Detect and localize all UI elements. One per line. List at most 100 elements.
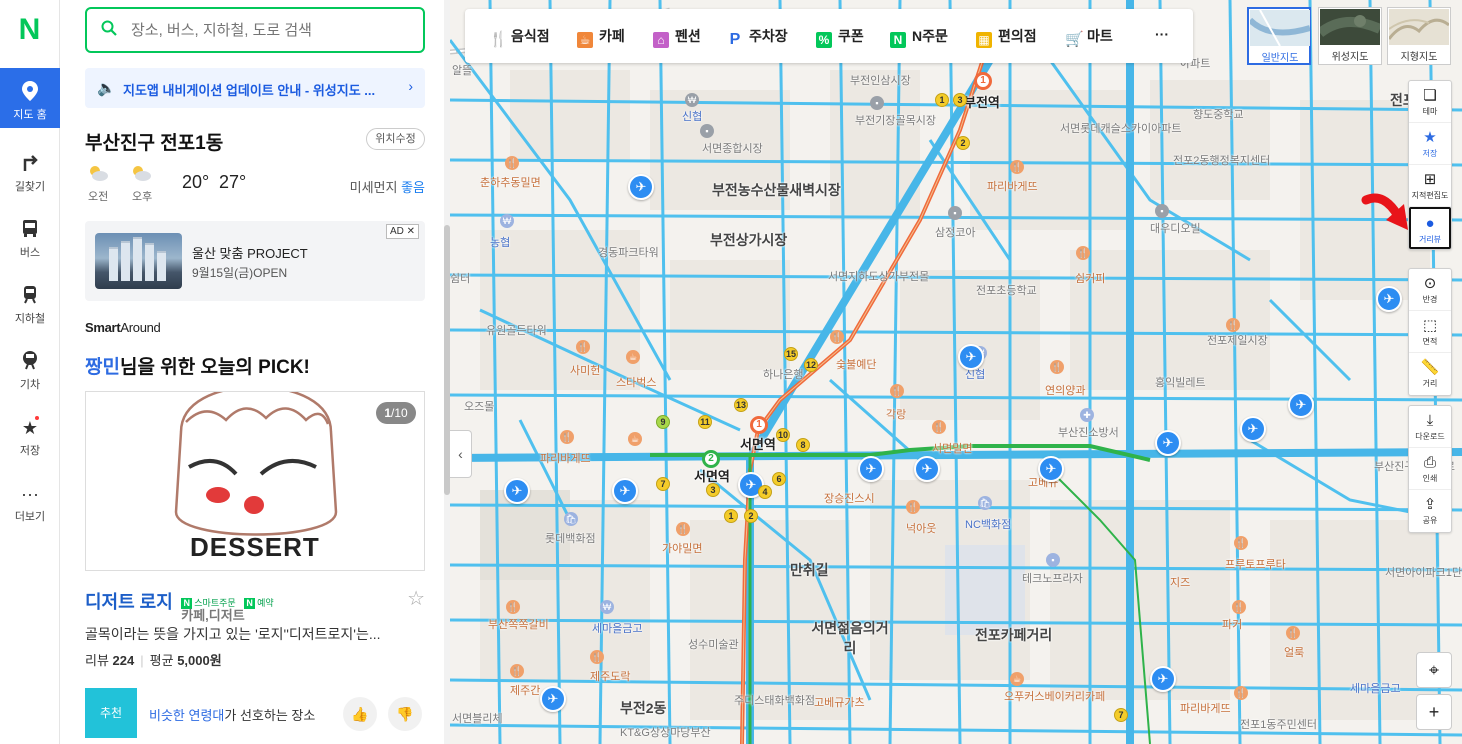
bus-stop-marker[interactable]: 11 — [698, 415, 712, 429]
transit-pin-icon[interactable]: ✈ — [1376, 286, 1402, 312]
nav-label: 길찾기 — [14, 181, 46, 193]
nav-subway[interactable]: 지하철 — [0, 272, 60, 332]
category-pension[interactable]: ⌂ 펜션 — [653, 26, 701, 48]
nav-map-home[interactable]: 지도 홈 — [0, 68, 60, 128]
tool-theme[interactable]: ❏ 테마 — [1409, 81, 1451, 123]
thumbs-down-icon[interactable]: 👎 — [388, 697, 422, 731]
bus-stop-marker[interactable]: 13 — [734, 398, 748, 412]
thumbs-up-icon[interactable]: 👍 — [343, 697, 377, 731]
tool-distance[interactable]: 📏 거리 — [1409, 353, 1451, 395]
notice-text: 지도앱 내비게이션 업데이트 안내 - 위성지도 ... — [123, 83, 376, 98]
transit-pin-icon[interactable]: ✈ — [1288, 392, 1314, 418]
transit-pin-icon[interactable]: ✈ — [540, 686, 566, 712]
nav-label: 지도 홈 — [13, 109, 47, 121]
location-fix-button[interactable]: 위치수정 — [366, 128, 425, 150]
zoom-in-button[interactable]: + — [1416, 694, 1452, 730]
transit-pin-icon[interactable]: ✈ — [858, 456, 884, 482]
subway-line1-marker[interactable]: 1 — [750, 416, 768, 434]
transit-pin-icon[interactable]: ✈ — [628, 174, 654, 200]
map-type-terrain[interactable]: 지형지도 — [1387, 7, 1451, 65]
map-label: 테크노프라자 — [1022, 573, 1083, 585]
search-input[interactable] — [131, 19, 411, 41]
category-coupon[interactable]: % 쿠폰 — [816, 26, 864, 48]
bus-stop-marker[interactable]: 15 — [784, 347, 798, 361]
tool-download[interactable]: ⤓ 다운로드 — [1409, 406, 1451, 448]
bus-stop-marker[interactable]: 2 — [956, 136, 970, 150]
category-cafe[interactable]: ☕ 카페 — [577, 26, 625, 48]
bus-stop-marker[interactable]: 1 — [724, 509, 738, 523]
bus-stop-marker[interactable]: 10 — [776, 428, 790, 442]
place-name[interactable]: 디저트 로지 — [85, 592, 173, 612]
weather-pm-temp: 27° — [219, 172, 247, 192]
map-canvas[interactable]: 알뜰 부전인삼시장 아파트 향도중학교 신협 부전기장골목시장 서면롯데캐슬스카… — [450, 0, 1462, 744]
directions-icon — [0, 152, 60, 176]
save-star-icon[interactable]: ☆ — [407, 586, 425, 611]
map-label: 서면젊음의거리 — [811, 620, 889, 656]
ad-banner[interactable]: 울산 맞춤 PROJECT 9월15일(금)OPEN AD ✕ — [85, 221, 425, 301]
nav-label: 기차 — [19, 379, 41, 391]
bus-stop-marker[interactable]: 1 — [935, 93, 949, 107]
transit-pin-icon[interactable]: ✈ — [1155, 430, 1181, 456]
transit-pin-icon[interactable]: ✈ — [958, 344, 984, 370]
my-location-button[interactable]: ⌖ — [1416, 652, 1452, 688]
tool-saved[interactable]: ★ 저장 — [1409, 123, 1451, 165]
map-type-satellite[interactable]: 위성지도 — [1318, 7, 1382, 65]
bus-stop-marker[interactable]: 4 — [758, 485, 772, 499]
poi-restaurant-icon: 🍴 — [1076, 246, 1090, 260]
tool-street-view[interactable]: ● 거리뷰 — [1409, 207, 1451, 249]
category-parking[interactable]: P 주차장 — [727, 26, 788, 48]
bus-stop-marker[interactable]: 12 — [804, 358, 818, 372]
nav-bus[interactable]: 버스 — [0, 206, 60, 266]
transit-pin-icon[interactable]: ✈ — [1240, 416, 1266, 442]
subway-icon — [0, 284, 60, 308]
map-label: 부전인삼시장 — [850, 75, 911, 87]
tool-radius[interactable]: ⊙ 반경 — [1409, 269, 1451, 311]
bus-stop-marker[interactable]: 9 — [656, 415, 670, 429]
tool-print[interactable]: ⎙ 인쇄 — [1409, 448, 1451, 490]
subway-line1-marker[interactable]: 1 — [974, 72, 992, 90]
poi-restaurant-icon: 🍴 — [1234, 536, 1248, 550]
map-label: 서면밀면 — [932, 443, 973, 455]
bus-stop-marker[interactable]: 8 — [796, 438, 810, 452]
transit-pin-icon[interactable]: ✈ — [612, 478, 638, 504]
nav-more[interactable]: ··· 더보기 — [0, 470, 60, 530]
map-type-normal[interactable]: 일반지도 — [1247, 7, 1311, 65]
bus-stop-marker[interactable]: 2 — [744, 509, 758, 523]
bus-stop-marker[interactable]: 3 — [953, 93, 967, 107]
tool-area[interactable]: ⬚ 면적 — [1409, 311, 1451, 353]
category-mart[interactable]: 🛒 마트 — [1065, 26, 1113, 48]
nav-directions[interactable]: 길찾기 — [0, 140, 60, 200]
map-tools-measure: ⊙ 반경 ⬚ 면적 📏 거리 — [1408, 268, 1452, 396]
category-restaurant[interactable]: 🍴 음식점 — [489, 26, 550, 48]
ad-close-badge[interactable]: AD ✕ — [385, 224, 419, 239]
category-convenience[interactable]: ▦ 편의점 — [976, 26, 1037, 48]
map-label: 스타벅스 — [616, 377, 657, 389]
search-box[interactable] — [85, 7, 425, 53]
map-label: 장승진스시 — [824, 493, 875, 505]
place-stats: 리뷰 224 | 평균 5,000원 — [85, 653, 222, 668]
category-norder[interactable]: N N주문 — [890, 26, 948, 48]
station-name: 부전역 — [964, 95, 1000, 110]
tool-cadastral[interactable]: ⊞ 지적편집도 — [1409, 165, 1451, 207]
map-label: 전포카페거리 — [975, 627, 1053, 643]
poi-restaurant-icon: 🍴 — [1226, 318, 1240, 332]
transit-pin-icon[interactable]: ✈ — [504, 478, 530, 504]
bus-stop-marker[interactable]: 7 — [1114, 708, 1128, 722]
nav-train[interactable]: 기차 — [0, 338, 60, 398]
side-panel: 🔈 지도앱 내비게이션 업데이트 안내 - 위성지도 ... › 부산진구 전포… — [60, 0, 450, 744]
notice-banner[interactable]: 🔈 지도앱 내비게이션 업데이트 안내 - 위성지도 ... › — [85, 68, 425, 108]
transit-pin-icon[interactable]: ✈ — [914, 456, 940, 482]
bus-stop-marker[interactable]: 6 — [772, 472, 786, 486]
bus-stop-marker[interactable]: 3 — [706, 483, 720, 497]
transit-pin-icon[interactable]: ✈ — [1150, 666, 1176, 692]
pick-card-image[interactable]: 1/10 DESSERT — [85, 391, 425, 571]
tool-share[interactable]: ⇪ 공유 — [1409, 490, 1451, 532]
nav-saved[interactable]: ★ 저장 — [0, 404, 60, 464]
poi-cafe-icon: ☕ — [1010, 672, 1024, 686]
naver-logo[interactable]: N — [0, 0, 59, 60]
category-more[interactable]: ··· — [1155, 26, 1169, 46]
bus-stop-marker[interactable]: 7 — [656, 477, 670, 491]
map-label: 숯불예단 — [836, 359, 877, 371]
collapse-panel-button[interactable]: ‹ — [450, 430, 472, 478]
transit-pin-icon[interactable]: ✈ — [1038, 456, 1064, 482]
